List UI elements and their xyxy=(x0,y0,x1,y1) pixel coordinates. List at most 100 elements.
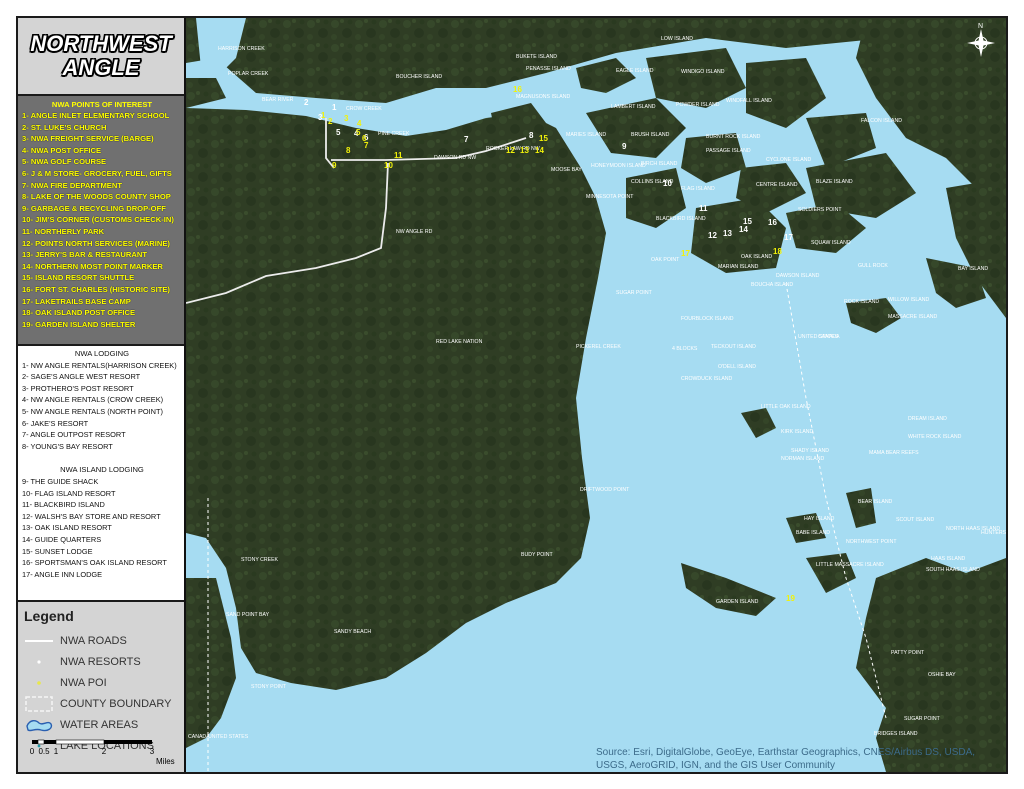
legend-item-resorts: NWA RESORTS xyxy=(24,651,178,672)
place-label: CENTRE ISLAND xyxy=(756,182,798,188)
county-boundary-icon xyxy=(24,695,54,712)
lodging-list-item: 3- PROTHERO'S POST RESORT xyxy=(22,383,134,393)
island-lodging-list-item: 10- FLAG ISLAND RESORT xyxy=(22,488,116,498)
poi-list-item: 5- NWA GOLF COURSE xyxy=(22,157,107,167)
place-label: PINE CREEK xyxy=(378,131,410,137)
attribution-line1: Source: Esri, DigitalGlobe, GeoEye, Eart… xyxy=(596,747,975,758)
place-label: MASSACRE ISLAND xyxy=(888,314,938,320)
poi-marker[interactable]: 17 xyxy=(681,249,690,258)
poi-marker[interactable]: 19 xyxy=(786,594,795,603)
poi-marker[interactable]: 13 xyxy=(520,146,529,155)
place-label: PENASSE ISLAND xyxy=(526,66,571,72)
poi-marker[interactable]: 12 xyxy=(506,146,515,155)
resort-marker[interactable]: 16 xyxy=(768,218,777,227)
poi-marker[interactable]: 14 xyxy=(535,146,544,155)
legend-label: NWA RESORTS xyxy=(60,655,141,668)
place-label: BLACKBIRD ISLAND xyxy=(656,216,706,222)
place-label: DAWSON ISLAND xyxy=(776,273,820,279)
place-label: HARRISON CREEK xyxy=(218,46,265,52)
poi-marker[interactable]: 10 xyxy=(384,161,393,170)
poi-marker[interactable]: 2 xyxy=(328,117,333,126)
place-label: LITTLE OAK ISLAND xyxy=(761,404,811,410)
place-label: NW ANGLE RD xyxy=(396,229,433,235)
scale-tick-label: 0.5 xyxy=(38,747,50,756)
place-label: WILLOW ISLAND xyxy=(888,297,929,303)
place-label: BOUCHER ISLAND xyxy=(396,74,442,80)
place-label: POPLAR CREEK xyxy=(228,71,269,77)
resort-marker[interactable]: 12 xyxy=(708,231,717,240)
place-label: PATTY POINT xyxy=(891,650,925,656)
place-label: WINDFALL ISLAND xyxy=(726,98,772,104)
southeast-land xyxy=(856,558,1006,772)
poi-marker[interactable]: 1 xyxy=(321,111,326,120)
resort-marker[interactable]: 2 xyxy=(304,98,309,107)
legend-item-water: WATER AREAS xyxy=(24,714,178,735)
poi-marker[interactable]: 4 xyxy=(357,119,362,128)
poi-list-item: 2- ST. LUKE'S CHURCH xyxy=(22,122,107,132)
poi-marker[interactable]: 18 xyxy=(773,247,782,256)
place-label: MAMA BEAR REEFS xyxy=(869,450,919,456)
poi-marker[interactable]: 5 xyxy=(356,128,361,137)
resort-marker[interactable]: 1 xyxy=(332,103,337,112)
resort-marker[interactable]: 10 xyxy=(663,179,672,188)
place-label: BUKETE ISLAND xyxy=(516,54,557,60)
poi-marker[interactable]: 7 xyxy=(364,141,369,150)
poi-marker[interactable]: 15 xyxy=(539,134,548,143)
poi-list-item: 16- FORT ST. CHARLES (HISTORIC SITE) xyxy=(22,284,170,294)
place-label: LAMBERT ISLAND xyxy=(611,104,656,110)
resort-marker[interactable]: 5 xyxy=(336,128,341,137)
scale-tick-label: 0 xyxy=(30,747,35,756)
poi-list-item: 4- NWA POST OFFICE xyxy=(22,145,102,155)
place-label: DREAM ISLAND xyxy=(908,416,947,422)
resort-marker[interactable]: 15 xyxy=(743,217,752,226)
poi-marker[interactable]: 3 xyxy=(344,114,349,123)
scale-tick-label: 3 xyxy=(150,747,155,756)
place-label: WHITE ROCK ISLAND xyxy=(908,434,962,440)
place-label: MAGNUSONS ISLAND xyxy=(516,94,570,100)
resort-marker[interactable]: 11 xyxy=(699,204,708,213)
poi-list-item: 18- OAK ISLAND POST OFFICE xyxy=(22,308,136,318)
place-label: CYCLONE ISLAND xyxy=(766,157,812,163)
place-label: CROWDUCK ISLAND xyxy=(681,376,733,382)
poi-list-item: 9- GARBAGE & RECYCLING DROP-OFF xyxy=(22,203,166,213)
resort-marker[interactable]: 9 xyxy=(622,142,627,151)
place-label: BRUSH ISLAND xyxy=(631,132,670,138)
island-lodging-list-item: 16- SPORTSMAN'S OAK ISLAND RESORT xyxy=(22,558,167,568)
resort-marker[interactable]: 8 xyxy=(529,131,534,140)
resort-marker[interactable]: 14 xyxy=(739,225,748,234)
poi-marker[interactable]: 11 xyxy=(394,151,403,160)
scale-bar-graphic: 0 0.5 1 2 3 Miles xyxy=(30,739,175,766)
resort-marker[interactable]: 17 xyxy=(784,233,793,242)
scale-tick-label: 1 xyxy=(54,747,59,756)
road-line-icon xyxy=(24,633,54,649)
legend-label: COUNTY BOUNDARY xyxy=(60,697,172,710)
place-label: HAY ISLAND xyxy=(804,516,835,522)
place-label: SQUAW ISLAND xyxy=(811,240,851,246)
legend-label: NWA ROADS xyxy=(60,634,127,647)
poi-dot-icon xyxy=(24,675,54,691)
place-label: HONEYMOON ISLAND xyxy=(591,163,646,169)
resort-marker[interactable]: 13 xyxy=(723,229,732,238)
sidebar: NORTHWEST ANGLE NWA POINTS OF INTEREST 1… xyxy=(18,18,184,772)
poi-list: 1- ANGLE INLET ELEMENTARY SCHOOL 2- ST. … xyxy=(22,110,182,330)
poi-list-item: 7- NWA FIRE DEPARTMENT xyxy=(22,180,122,190)
resort-marker[interactable]: 7 xyxy=(464,135,469,144)
place-label: CROW CREEK xyxy=(346,106,382,112)
poi-marker[interactable]: 9 xyxy=(332,161,337,170)
island-lodging-list-item: 15- SUNSET LODGE xyxy=(22,546,93,556)
place-label: MARIAN ISLAND xyxy=(718,264,759,270)
place-label: OSHIE BAY xyxy=(928,672,956,678)
map-canvas[interactable]: N HARRISON CREEK POPLAR CREEK BEAR RIVER CR… xyxy=(186,18,1006,772)
lodging-list-item: 4- NW ANGLE RENTALS (CROW CREEK) xyxy=(22,395,164,405)
place-label: BUDY POINT xyxy=(521,552,553,558)
poi-marker[interactable]: 8 xyxy=(346,146,351,155)
place-label: OAK POINT xyxy=(651,257,680,263)
place-label: BURNT ROCK ISLAND xyxy=(706,134,761,140)
place-label: DRIFTWOOD POINT xyxy=(580,487,630,493)
place-label: KIRK ISLAND xyxy=(781,429,814,435)
place-label: PASSAGE ISLAND xyxy=(706,148,751,154)
map-title-line1: NORTHWEST xyxy=(30,31,172,56)
poi-list-item: 17- LAKETRAILS BASE CAMP xyxy=(22,296,131,306)
poi-marker[interactable]: 16 xyxy=(513,85,522,94)
